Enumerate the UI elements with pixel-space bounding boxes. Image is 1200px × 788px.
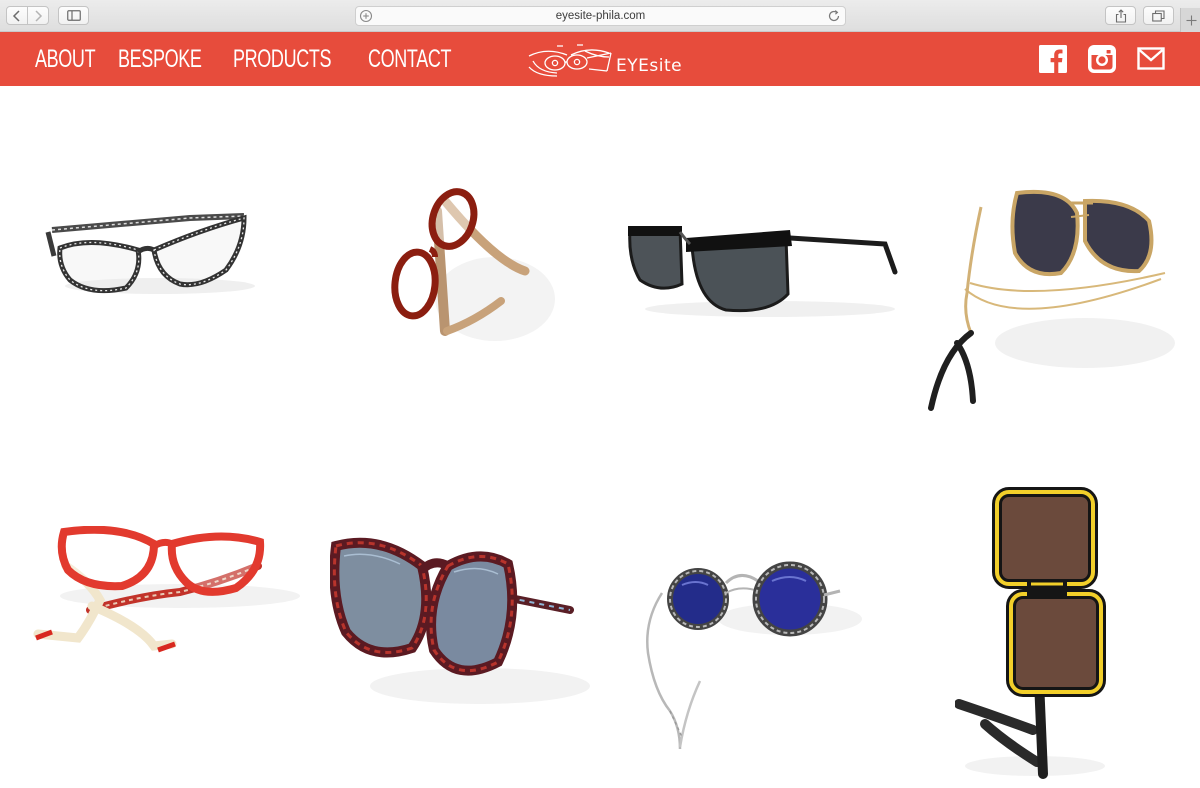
aviator-sunglasses-image	[928, 189, 1175, 411]
reload-icon[interactable]	[827, 9, 841, 23]
product-red-cat-eye[interactable]	[30, 525, 305, 656]
address-bar[interactable]: eyesite-phila.com	[355, 6, 846, 26]
product-black-white-cat-eye[interactable]	[30, 196, 270, 326]
nav-contact[interactable]: CONTACT	[368, 44, 452, 74]
product-yellow-black-square-sunglasses[interactable]	[954, 484, 1115, 784]
cat-eye-glasses-image	[45, 213, 255, 294]
tabs-icon	[1152, 9, 1165, 22]
new-tab-button[interactable]	[1180, 8, 1200, 32]
logo-text: EYEsite	[616, 56, 683, 76]
show-tabs-button[interactable]	[1143, 6, 1174, 25]
product-grid	[0, 86, 1200, 779]
share-button[interactable]	[1105, 6, 1136, 25]
silver-round-sunglasses-image	[646, 561, 862, 750]
back-icon	[12, 9, 20, 22]
back-button[interactable]	[6, 6, 28, 25]
sidebar-button[interactable]	[58, 6, 89, 25]
site-header: ABOUT BESPOKE PRODUCTS CONTACT EYEsite	[0, 32, 1200, 86]
product-gold-aviator-sunglasses[interactable]	[925, 183, 1175, 428]
red-cat-eye-glasses-image	[33, 525, 300, 653]
nav-bespoke[interactable]: BESPOKE	[118, 44, 202, 74]
forward-button[interactable]	[27, 6, 49, 25]
forward-icon	[35, 9, 43, 22]
glasses-logo-icon	[528, 44, 612, 77]
product-tortoise-red-round[interactable]	[375, 181, 565, 356]
eyesite-logo[interactable]: EYEsite	[527, 41, 682, 81]
share-icon	[1115, 8, 1126, 23]
url-text: eyesite-phila.com	[555, 10, 646, 22]
main-nav: ABOUT BESPOKE PRODUCTS CONTACT	[35, 44, 461, 74]
round-glasses-image	[391, 188, 555, 341]
facebook-icon	[1039, 45, 1067, 73]
facebook-link[interactable]	[1039, 45, 1067, 73]
instagram-link[interactable]	[1088, 45, 1116, 73]
new-tab-icon	[1186, 15, 1196, 25]
mail-icon	[1137, 47, 1165, 70]
browser-toolbar: eyesite-phila.com	[0, 0, 1200, 32]
square-sunglasses-image	[954, 487, 1106, 779]
product-red-blue-round-sunglasses[interactable]	[329, 536, 590, 726]
sidebar-icon	[66, 10, 81, 21]
product-silver-round-blue-sunglasses[interactable]	[640, 541, 865, 756]
mail-link[interactable]	[1137, 45, 1165, 73]
instagram-icon	[1088, 45, 1116, 73]
nav-about[interactable]: ABOUT	[35, 44, 96, 74]
red-blue-sunglasses-image	[329, 537, 590, 704]
nav-products[interactable]: PRODUCTS	[233, 44, 331, 74]
half-rim-sunglasses-image	[628, 226, 898, 317]
product-black-half-rim-sunglasses[interactable]	[620, 214, 905, 324]
